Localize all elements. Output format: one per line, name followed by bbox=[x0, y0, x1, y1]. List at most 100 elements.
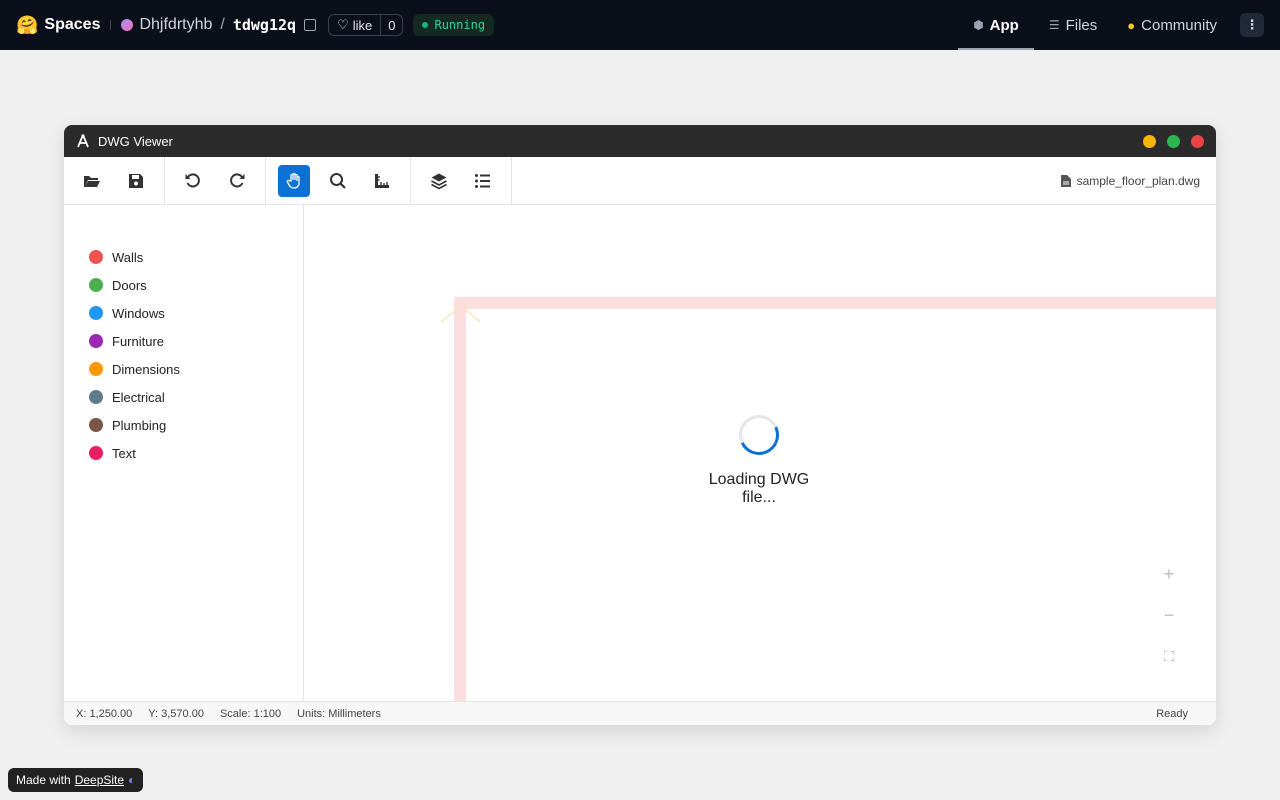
window-controls bbox=[1143, 134, 1204, 148]
layer-furniture[interactable]: Furniture bbox=[89, 327, 303, 355]
layer-doors[interactable]: Doors bbox=[89, 271, 303, 299]
layer-dimensions[interactable]: Dimensions bbox=[89, 355, 303, 383]
cube-icon: ⬢ bbox=[973, 18, 984, 32]
more-options-icon[interactable]: ⋮ bbox=[1240, 13, 1264, 37]
redo-button[interactable] bbox=[221, 165, 253, 197]
like-button[interactable]: ♡ like 0 bbox=[328, 14, 404, 36]
title-bar: DWG Viewer bbox=[64, 125, 1216, 157]
zoom-out-button[interactable]: − bbox=[1152, 598, 1186, 632]
tab-app[interactable]: ⬢ App bbox=[958, 0, 1034, 50]
hugging-face-icon: 🤗 bbox=[16, 14, 39, 35]
save-button[interactable] bbox=[120, 165, 152, 197]
status-label: Running bbox=[434, 18, 486, 32]
layer-color-swatch bbox=[89, 418, 103, 432]
repo-path: Dhjfdrtyhb / tdwg12q bbox=[121, 16, 296, 34]
zoom-controls: + − ⛶ bbox=[1152, 557, 1186, 673]
minimize-button[interactable] bbox=[1143, 134, 1156, 148]
layer-label: Furniture bbox=[112, 333, 165, 349]
layer-color-swatch bbox=[89, 446, 103, 460]
wall-top bbox=[454, 297, 1216, 309]
layer-text[interactable]: Text bbox=[89, 439, 303, 467]
owner-avatar bbox=[121, 19, 134, 31]
pan-tool-button[interactable] bbox=[278, 164, 310, 197]
undo-button[interactable] bbox=[177, 165, 209, 197]
file-icon bbox=[1060, 174, 1071, 187]
drawing-canvas[interactable]: Loading DWG file... + − ⛶ bbox=[304, 205, 1216, 701]
layer-color-swatch bbox=[89, 334, 103, 348]
status-ready: Ready bbox=[1156, 707, 1188, 720]
layers-button[interactable] bbox=[423, 165, 455, 197]
layer-label: Plumbing bbox=[112, 417, 167, 433]
made-with-badge[interactable]: Made with DeepSite ◐ bbox=[8, 768, 144, 792]
zoom-in-button[interactable]: + bbox=[1152, 557, 1186, 591]
status-badge: Running bbox=[413, 14, 495, 36]
zoom-tool-button[interactable] bbox=[322, 165, 354, 197]
layer-label: Electrical bbox=[112, 389, 165, 405]
tab-community-label: Community bbox=[1141, 16, 1217, 34]
layer-color-swatch bbox=[89, 306, 103, 320]
deepsite-logo-icon: ◐ bbox=[128, 773, 136, 787]
repo-link[interactable]: tdwg12q bbox=[233, 16, 296, 34]
spaces-header: 🤗 Spaces Dhjfdrtyhb / tdwg12q ♡ like 0 Ru… bbox=[0, 0, 1280, 50]
like-count: 0 bbox=[380, 15, 402, 35]
maximize-button[interactable] bbox=[1167, 134, 1180, 148]
history-tools bbox=[165, 156, 266, 205]
folder-open-icon bbox=[84, 175, 100, 187]
close-button[interactable] bbox=[1191, 134, 1204, 148]
layer-label: Windows bbox=[112, 305, 165, 321]
layer-walls[interactable]: Walls bbox=[89, 243, 303, 271]
heart-icon: ♡ bbox=[337, 17, 349, 32]
redo-icon bbox=[230, 172, 245, 187]
compass-drafting-icon bbox=[77, 134, 89, 148]
status-dot-icon bbox=[422, 22, 429, 28]
search-icon bbox=[330, 172, 346, 189]
cursor-x: X: 1,250.00 bbox=[76, 707, 133, 720]
tab-files-label: Files bbox=[1065, 16, 1098, 34]
loading-text: Loading DWG file... bbox=[708, 471, 810, 506]
layer-label: Dimensions bbox=[112, 361, 180, 377]
owner-link[interactable]: Dhjfdrtyhb bbox=[139, 16, 212, 34]
file-tools bbox=[64, 156, 165, 205]
tab-community[interactable]: ● Community bbox=[1112, 0, 1232, 50]
layer-windows[interactable]: Windows bbox=[89, 299, 303, 327]
fit-screen-button[interactable]: ⛶ bbox=[1152, 639, 1186, 673]
file-name-display: sample_floor_plan.dwg bbox=[1060, 174, 1216, 188]
deepsite-link[interactable]: DeepSite bbox=[75, 773, 124, 787]
status-bar: X: 1,250.00 Y: 3,570.00 Scale: 1:100 Uni… bbox=[64, 701, 1216, 725]
layer-color-swatch bbox=[89, 390, 103, 404]
spaces-logo[interactable]: 🤗 Spaces bbox=[16, 15, 100, 36]
path-separator: / bbox=[220, 16, 225, 33]
window-title: DWG Viewer bbox=[98, 133, 173, 149]
layers-icon bbox=[431, 173, 447, 189]
layers-panel: Walls Doors Windows Furniture Dimensions… bbox=[64, 205, 304, 701]
community-icon: ● bbox=[1127, 17, 1136, 33]
toolbar: sample_floor_plan.dwg bbox=[64, 156, 1216, 205]
spaces-label: Spaces bbox=[44, 16, 101, 33]
wall-left bbox=[454, 297, 466, 701]
undo-icon bbox=[185, 172, 200, 187]
ruler-icon bbox=[375, 173, 389, 188]
units-readout: Units: Millimeters bbox=[297, 707, 381, 720]
loading-overlay: Loading DWG file... bbox=[691, 409, 827, 507]
copy-icon[interactable] bbox=[304, 19, 317, 31]
hand-icon bbox=[286, 172, 300, 189]
layer-electrical[interactable]: Electrical bbox=[89, 383, 303, 411]
door-swing-mark bbox=[440, 307, 481, 323]
panel-tools bbox=[411, 156, 512, 205]
view-tools bbox=[266, 156, 411, 205]
space-tabs: ⬢ App ☰ Files ● Community ⋮ bbox=[958, 0, 1264, 50]
tab-files[interactable]: ☰ Files bbox=[1034, 0, 1112, 50]
tab-app-label: App bbox=[989, 16, 1019, 34]
save-icon bbox=[129, 173, 143, 188]
layer-color-swatch bbox=[89, 250, 103, 264]
files-icon: ☰ bbox=[1048, 18, 1060, 32]
spinner-icon bbox=[733, 409, 785, 461]
measure-tool-button[interactable] bbox=[366, 165, 398, 197]
layer-label: Doors bbox=[112, 277, 147, 293]
layer-plumbing[interactable]: Plumbing bbox=[89, 411, 303, 439]
properties-button[interactable] bbox=[467, 165, 499, 197]
open-file-button[interactable] bbox=[76, 165, 108, 197]
layer-color-swatch bbox=[89, 278, 103, 292]
list-icon bbox=[475, 173, 490, 188]
viewer-body: Walls Doors Windows Furniture Dimensions… bbox=[64, 205, 1216, 701]
